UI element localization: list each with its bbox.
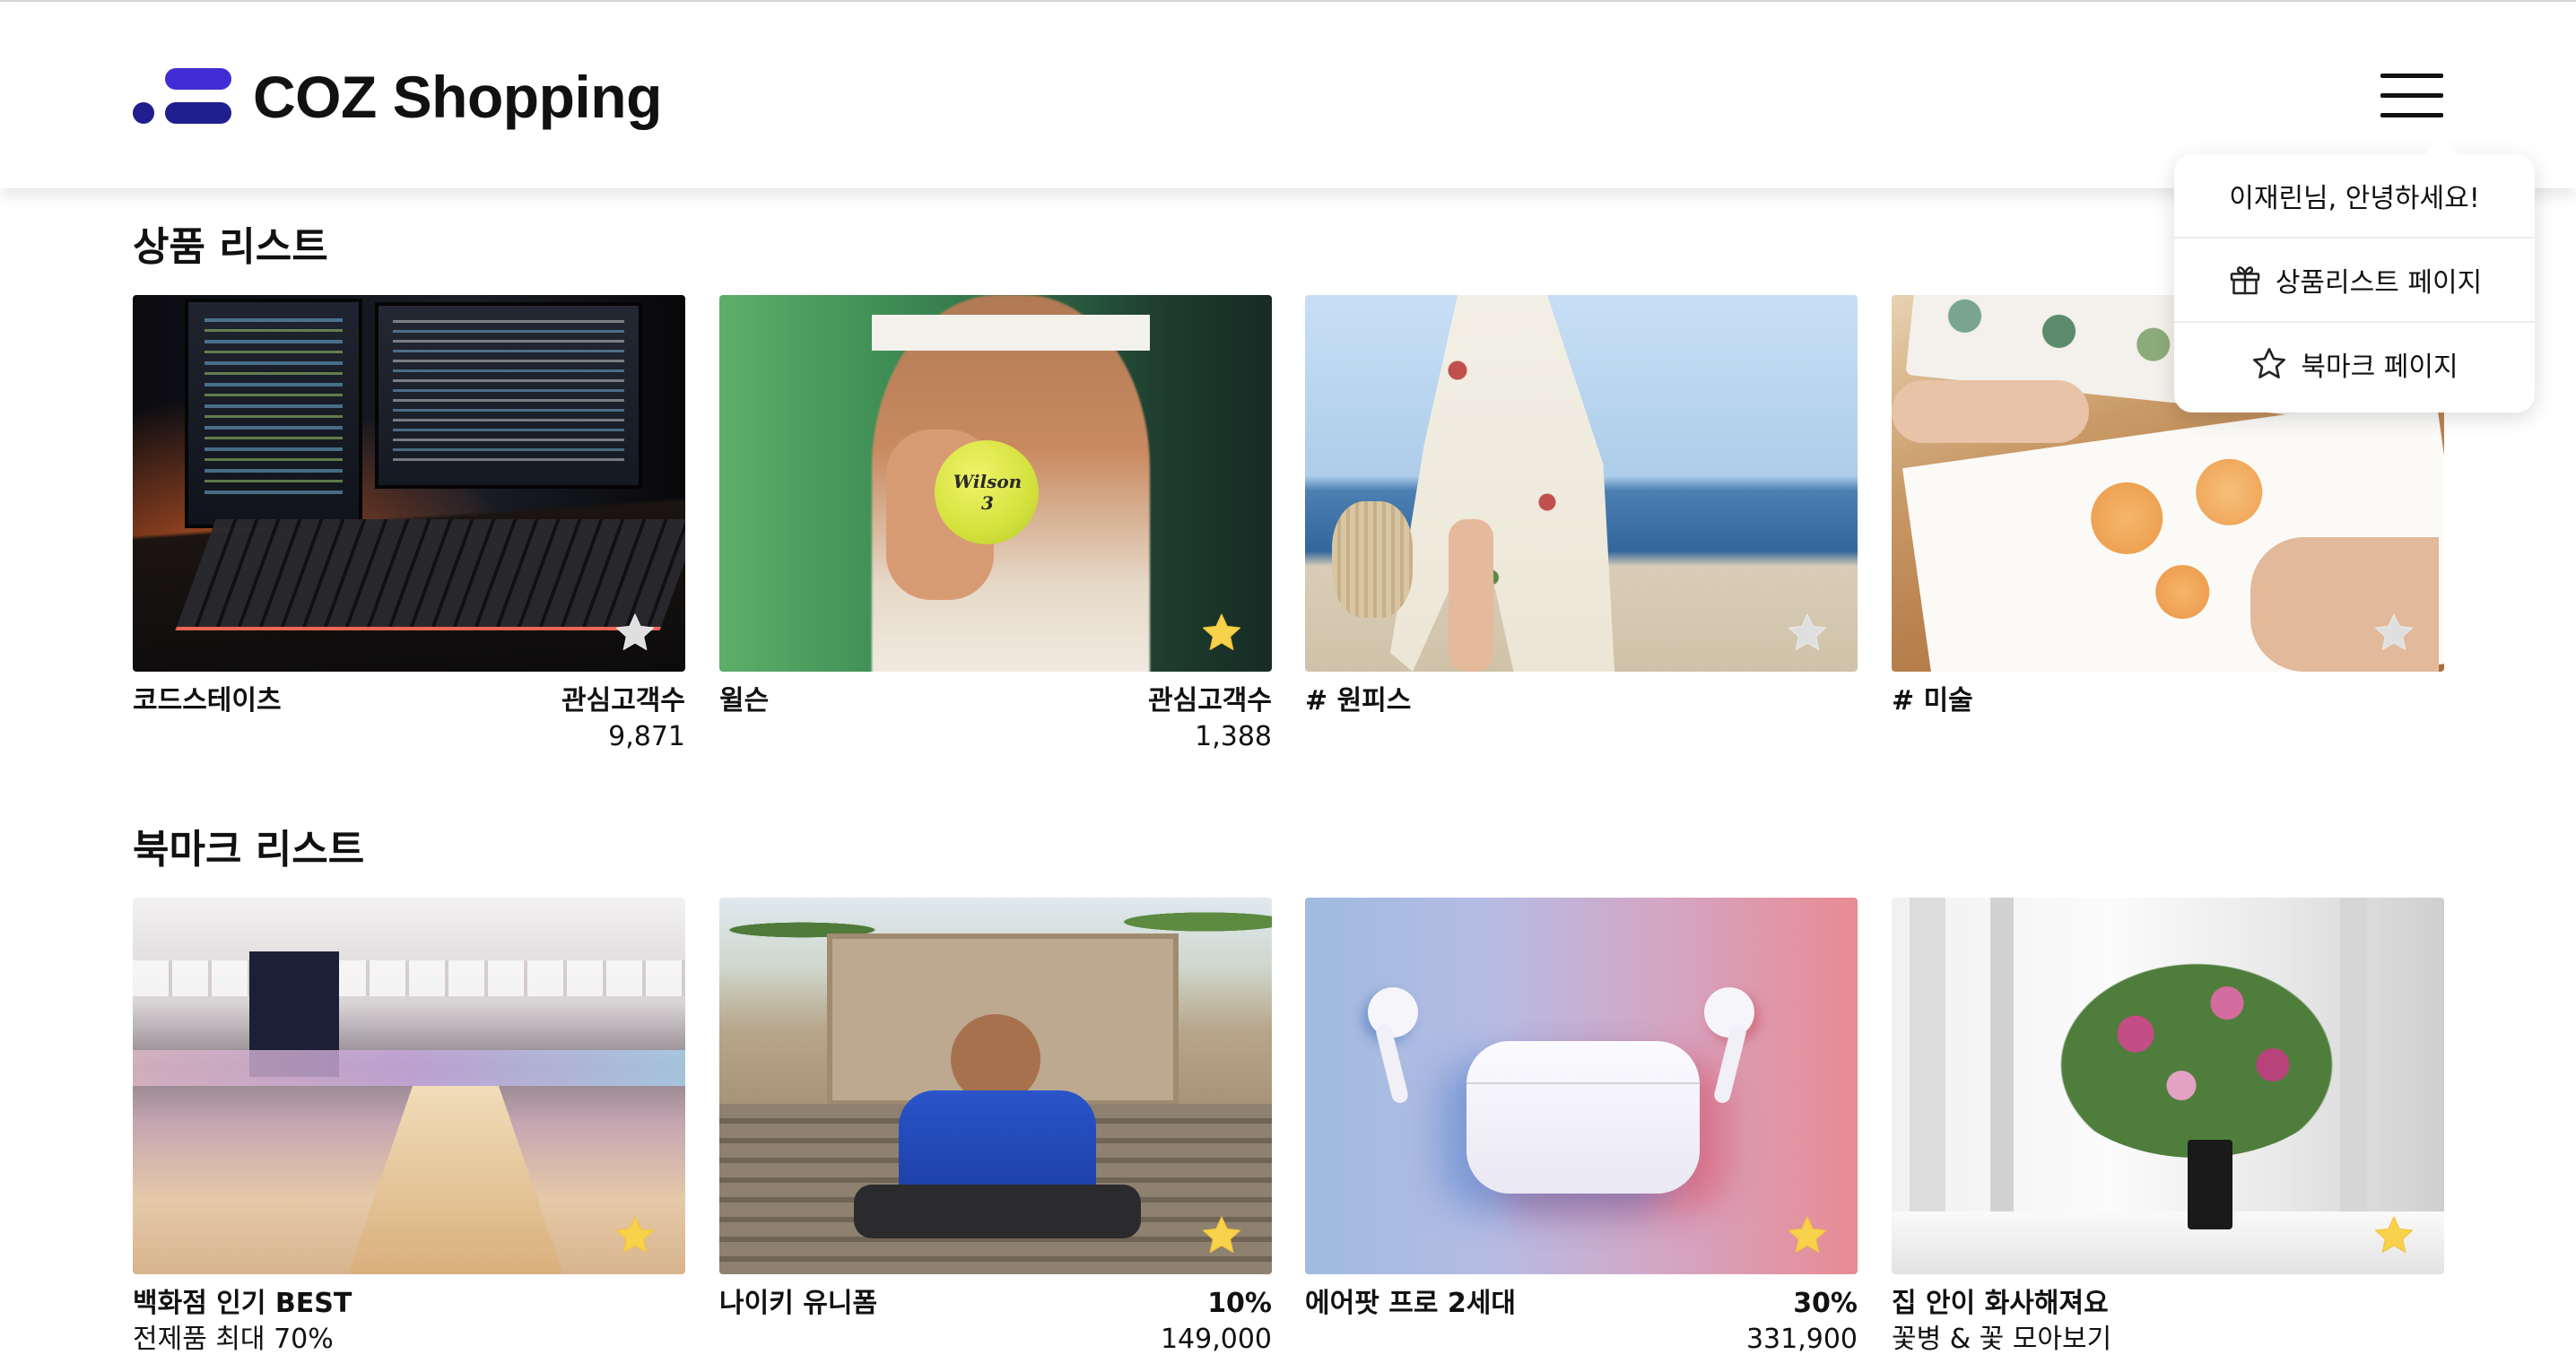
product-name: 나이키 유니폼 (719, 1288, 878, 1319)
price: 331,900 (1745, 1324, 1858, 1355)
hand-left (1892, 380, 2089, 443)
category-name: # 미술 (1892, 685, 1973, 716)
category-name: # 원피스 (1305, 685, 1412, 716)
menu-item-label: 상품리스트 페이지 (2275, 267, 2483, 299)
railing (133, 1050, 685, 1086)
discount-rate: 10% (1207, 1288, 1272, 1319)
product-card[interactable]: # 원피스 (1305, 295, 1858, 716)
user-dropdown-menu: 이재린님, 안녕하세요! 상품리스트 페이지 북마크 페이지 (2174, 138, 2535, 412)
product-image[interactable] (1892, 898, 2444, 1274)
bookmark-star-icon[interactable] (2371, 611, 2417, 656)
product-image[interactable]: Wilson 3 (719, 295, 1272, 672)
product-name: 에어팟 프로 2세대 (1305, 1288, 1516, 1319)
dress (1390, 295, 1614, 672)
product-card[interactable]: Wilson 3 윌슨 관심고객수 1,388 (719, 295, 1272, 752)
menu-item-label: 북마크 페이지 (2301, 352, 2459, 383)
bookmark-star-icon[interactable] (2371, 1213, 2417, 1258)
tennis-ball: Wilson 3 (935, 440, 1039, 544)
product-name: 윌슨 (719, 685, 770, 716)
bookmark-card[interactable]: 나이키 유니폼 10% 149,000 (719, 898, 1272, 1355)
section-title-product-list: 상품 리스트 (133, 224, 328, 270)
exhibition-title: 백화점 인기 BEST (133, 1288, 352, 1319)
bookmark-card[interactable]: 백화점 인기 BEST 전제품 최대 70% (133, 898, 685, 1355)
interest-count: 9,871 (608, 721, 685, 752)
product-image[interactable] (133, 898, 685, 1274)
windowsill (1892, 1211, 2444, 1274)
product-card[interactable]: 코드스테이츠 관심고객수 9,871 (133, 295, 685, 752)
bookmark-star-icon[interactable] (1784, 1213, 1831, 1258)
bookmark-star-icon[interactable] (1784, 611, 1831, 656)
monitor-right (375, 302, 642, 489)
product-image[interactable] (133, 295, 685, 672)
keyboard (175, 519, 685, 630)
menu-item-product-list-page[interactable]: 상품리스트 페이지 (2174, 237, 2535, 321)
interest-label: 관심고객수 (561, 685, 685, 716)
flower-bouquet (2044, 951, 2349, 1158)
product-name: 코드스테이츠 (133, 685, 282, 716)
atrium-floor (348, 1086, 563, 1274)
exhibition-subtitle: 꽃병 & 꽃 모아보기 (1892, 1324, 2112, 1355)
airpods-case (1466, 1041, 1700, 1194)
greeting-text: 이재린님, 안녕하세요! (2229, 183, 2480, 214)
headband (872, 315, 1150, 351)
interest-label: 관심고객수 (1148, 685, 1272, 716)
bookmark-star-icon[interactable] (1198, 1213, 1245, 1258)
product-image[interactable] (719, 898, 1272, 1274)
interest-count: 1,388 (1195, 721, 1272, 752)
bookmark-star-icon[interactable] (612, 611, 658, 656)
leg (1449, 519, 1493, 672)
vase (2188, 1140, 2232, 1229)
jersey (899, 1090, 1096, 1198)
product-image[interactable] (1305, 898, 1858, 1274)
exhibition-title: 집 안이 화사해져요 (1892, 1288, 2109, 1319)
straw-bag (1332, 501, 1413, 618)
product-image[interactable] (1305, 295, 1858, 672)
star-outline-icon (2253, 348, 2286, 379)
exhibition-subtitle: 전제품 최대 70% (133, 1324, 334, 1355)
monitor-left (185, 299, 362, 528)
bookmark-star-icon[interactable] (1198, 611, 1245, 656)
hamburger-menu-icon[interactable] (2380, 74, 2443, 118)
bookmark-card[interactable]: 에어팟 프로 2세대 30% 331,900 (1305, 898, 1858, 1355)
dropdown-greeting: 이재린님, 안녕하세요! (2174, 154, 2535, 237)
brand-title[interactable]: COZ Shopping (253, 61, 662, 133)
section-title-bookmark-list: 북마크 리스트 (133, 827, 365, 873)
bookmark-card[interactable]: 집 안이 화사해져요 꽃병 & 꽃 모아보기 (1892, 898, 2444, 1355)
shorts (854, 1185, 1141, 1238)
discount-rate: 30% (1793, 1288, 1858, 1319)
gift-icon (2230, 266, 2260, 295)
price: 149,000 (1160, 1324, 1272, 1355)
menu-item-bookmark-page[interactable]: 북마크 페이지 (2174, 321, 2535, 405)
logo-icon[interactable] (133, 68, 231, 126)
bookmark-star-icon[interactable] (612, 1213, 658, 1258)
